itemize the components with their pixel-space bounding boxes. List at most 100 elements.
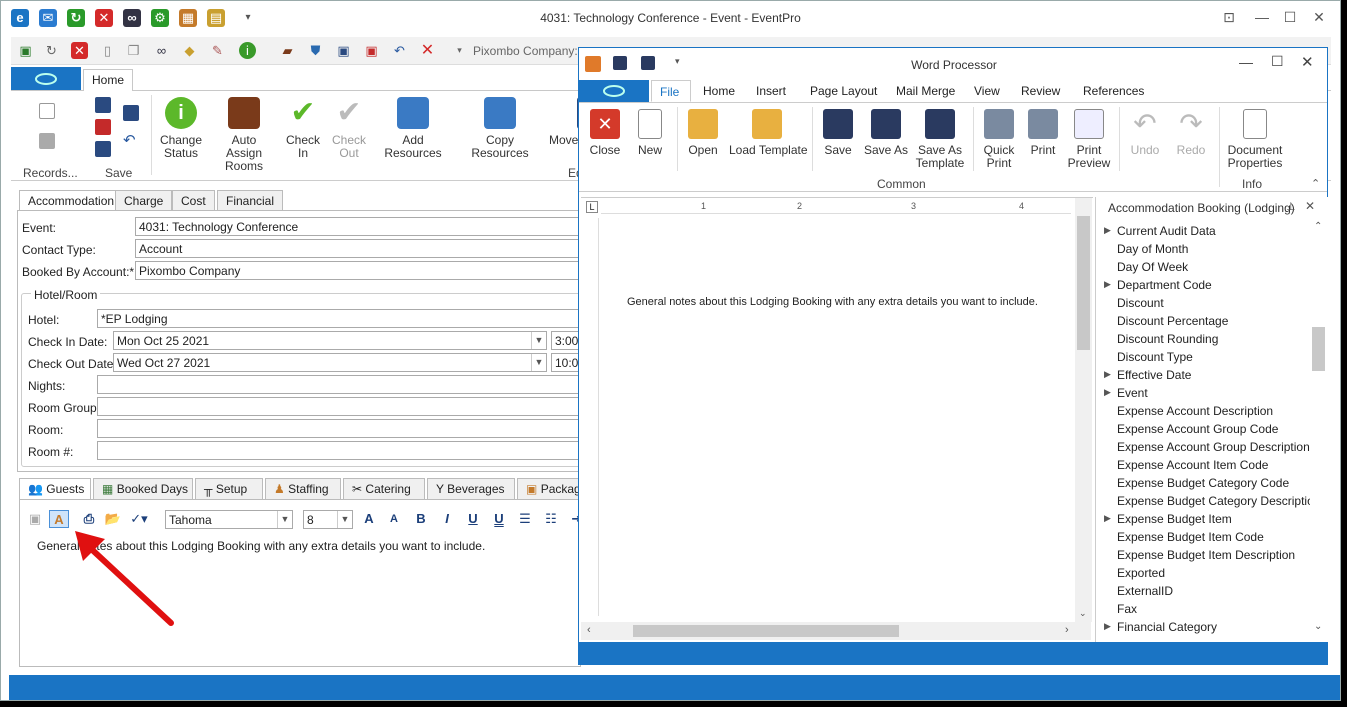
list-item[interactable]: Day of Month bbox=[1096, 241, 1310, 259]
list-item[interactable]: Expense Budget Category Code bbox=[1096, 475, 1310, 493]
list-item[interactable]: ▶ Department Code bbox=[1096, 277, 1310, 295]
list-item[interactable]: Expense Account Item Code bbox=[1096, 457, 1310, 475]
tag-icon[interactable]: ◆ bbox=[181, 42, 198, 59]
list-item[interactable]: Discount bbox=[1096, 295, 1310, 313]
refresh-record-icon[interactable]: ↻ bbox=[43, 42, 60, 59]
chevron-up-icon[interactable]: ⌃ bbox=[1314, 221, 1322, 232]
chevron-down-icon[interactable]: ▼ bbox=[337, 511, 352, 528]
list-item[interactable]: Discount Percentage bbox=[1096, 313, 1310, 331]
briefcase-icon[interactable]: ▰ bbox=[279, 42, 296, 59]
expand-arrow-icon[interactable]: ▶ bbox=[1104, 621, 1111, 632]
list-item[interactable]: Discount Rounding bbox=[1096, 331, 1310, 349]
field-list-scrollbar[interactable]: ⌃ ⌄ bbox=[1310, 221, 1327, 637]
copy-record-icon[interactable]: ❐ bbox=[125, 42, 142, 59]
chevron-down-icon[interactable]: ▼ bbox=[531, 332, 546, 349]
tab-stop-icon[interactable]: L bbox=[586, 201, 598, 213]
tab-accommodation[interactable]: Accommodation bbox=[19, 190, 124, 211]
tab-packages[interactable]: ▣ Packag bbox=[517, 478, 581, 499]
tab-home[interactable]: Home bbox=[703, 84, 735, 98]
double-underline-icon[interactable]: U bbox=[489, 510, 509, 528]
save-as-button[interactable]: Save As bbox=[863, 109, 909, 157]
save-as-template-button[interactable]: Save As Template bbox=[915, 109, 965, 170]
list-item[interactable]: Day Of Week bbox=[1096, 259, 1310, 277]
save-all-icon[interactable] bbox=[123, 105, 139, 121]
list-item[interactable]: ▶ Financial Category bbox=[1096, 619, 1310, 637]
chevron-left-icon[interactable]: ‹ bbox=[587, 624, 591, 636]
save-close-icon[interactable] bbox=[95, 119, 111, 135]
list-item[interactable]: ▶ Event bbox=[1096, 385, 1310, 403]
contact-type-field[interactable]: Account bbox=[135, 239, 581, 258]
floppy-delete-icon[interactable]: ▣ bbox=[363, 42, 380, 59]
load-template-button[interactable]: Load Template bbox=[729, 109, 808, 157]
tab-page-layout[interactable]: Page Layout bbox=[810, 84, 877, 98]
new-record-icon[interactable]: ▯ bbox=[99, 42, 116, 59]
tab-setup[interactable]: ╥ Setup bbox=[195, 478, 263, 499]
font-size-select[interactable]: 8 ▼ bbox=[303, 510, 353, 529]
chevron-down-icon[interactable]: ⌄ bbox=[1079, 608, 1087, 619]
wp-maximize-icon[interactable]: ☐ bbox=[1271, 53, 1284, 70]
expand-arrow-icon[interactable]: ▶ bbox=[1104, 279, 1111, 290]
expand-arrow-icon[interactable]: ▶ bbox=[1104, 387, 1111, 398]
document-properties-button[interactable]: Document Properties bbox=[1225, 109, 1285, 170]
auto-assign-rooms-button[interactable]: Auto Assign Rooms bbox=[213, 97, 275, 173]
shield-icon[interactable]: ⛊ bbox=[307, 42, 324, 59]
italic-icon[interactable]: I bbox=[437, 510, 457, 528]
check-in-date-field[interactable]: Mon Oct 25 2021 ▼ bbox=[113, 331, 547, 350]
list-item[interactable]: Expense Account Description bbox=[1096, 403, 1310, 421]
list-item[interactable]: Expense Budget Category Description bbox=[1096, 493, 1310, 511]
delete-record-icon[interactable]: ✕ bbox=[71, 42, 88, 59]
check-out-button[interactable]: ✔ Check Out bbox=[329, 97, 369, 160]
tab-booked-days[interactable]: ▦ Booked Days bbox=[93, 478, 193, 499]
copy-resources-button[interactable]: Copy Resources bbox=[459, 97, 541, 160]
list-item[interactable]: Fax bbox=[1096, 601, 1310, 619]
save-disabled-icon[interactable]: ▣ bbox=[25, 510, 45, 528]
check-in-button[interactable]: ✔ Check In bbox=[283, 97, 323, 160]
add-resources-button[interactable]: Add Resources bbox=[375, 97, 451, 160]
close-icon[interactable]: ✕ bbox=[1306, 7, 1332, 27]
tab-guests[interactable]: 👥 Guests bbox=[19, 478, 91, 499]
undo-small-icon[interactable]: ↶ bbox=[123, 133, 139, 149]
bullet-list-icon[interactable]: ☰ bbox=[515, 510, 535, 528]
copy-page-icon[interactable] bbox=[39, 133, 55, 149]
room-field[interactable] bbox=[97, 419, 581, 438]
collapse-ribbon-icon[interactable]: ⌃ bbox=[1311, 177, 1320, 190]
info-icon[interactable]: i bbox=[239, 42, 256, 59]
grow-font-icon[interactable]: A bbox=[359, 510, 379, 528]
tab-view[interactable]: View bbox=[974, 84, 1000, 98]
restore-icon[interactable]: ⊡ bbox=[1216, 7, 1242, 27]
numbered-list-icon[interactable]: ☷ bbox=[541, 510, 561, 528]
list-item[interactable]: ▶ Effective Date bbox=[1096, 367, 1310, 385]
booked-by-field[interactable]: Pixombo Company bbox=[135, 261, 581, 280]
list-item[interactable]: ▶ Expense Budget Item bbox=[1096, 511, 1310, 529]
hotel-field[interactable]: *EP Lodging bbox=[97, 309, 581, 328]
redo-button[interactable]: ↷ Redo bbox=[1173, 109, 1209, 157]
print-button[interactable]: Print bbox=[1025, 109, 1061, 157]
tab-cost[interactable]: Cost bbox=[172, 190, 215, 211]
list-item[interactable]: Exported bbox=[1096, 565, 1310, 583]
binoculars-icon[interactable]: ∞ bbox=[153, 42, 170, 59]
new-page-icon[interactable] bbox=[39, 103, 55, 119]
change-status-button[interactable]: i Change Status bbox=[157, 97, 205, 160]
document-area[interactable]: L 1 2 3 4 General notes about this Lodgi… bbox=[581, 197, 1093, 642]
room-group-field[interactable] bbox=[97, 397, 581, 416]
undo-icon[interactable]: ↶ bbox=[391, 42, 408, 59]
underline-icon[interactable]: U bbox=[463, 510, 483, 528]
list-item[interactable]: Expense Account Group Code bbox=[1096, 421, 1310, 439]
check-out-time-field[interactable]: 10:00 bbox=[551, 353, 581, 372]
tab-financial[interactable]: Financial bbox=[217, 190, 284, 211]
wp-app-menu-tab[interactable] bbox=[579, 80, 649, 102]
save-icon[interactable] bbox=[95, 97, 111, 113]
file-tab[interactable] bbox=[11, 67, 81, 90]
floppy-icon[interactable]: ▣ bbox=[335, 42, 352, 59]
cancel-icon[interactable]: ✕ bbox=[419, 42, 436, 59]
list-item[interactable]: Discount Type bbox=[1096, 349, 1310, 367]
expand-arrow-icon[interactable]: ▶ bbox=[1104, 225, 1111, 236]
overflow-icon[interactable]: ▾ bbox=[451, 42, 468, 59]
check-in-time-field[interactable]: 3:00 bbox=[551, 331, 581, 350]
doc-text[interactable]: General notes about this Lodging Booking… bbox=[627, 296, 1038, 308]
expand-arrow-icon[interactable]: ▶ bbox=[1104, 513, 1111, 524]
undo-button[interactable]: ↶ Undo bbox=[1127, 109, 1163, 157]
tools-icon[interactable]: ✎ bbox=[209, 42, 226, 59]
tab-charge[interactable]: Charge bbox=[115, 190, 173, 211]
save-button[interactable]: Save bbox=[821, 109, 855, 157]
